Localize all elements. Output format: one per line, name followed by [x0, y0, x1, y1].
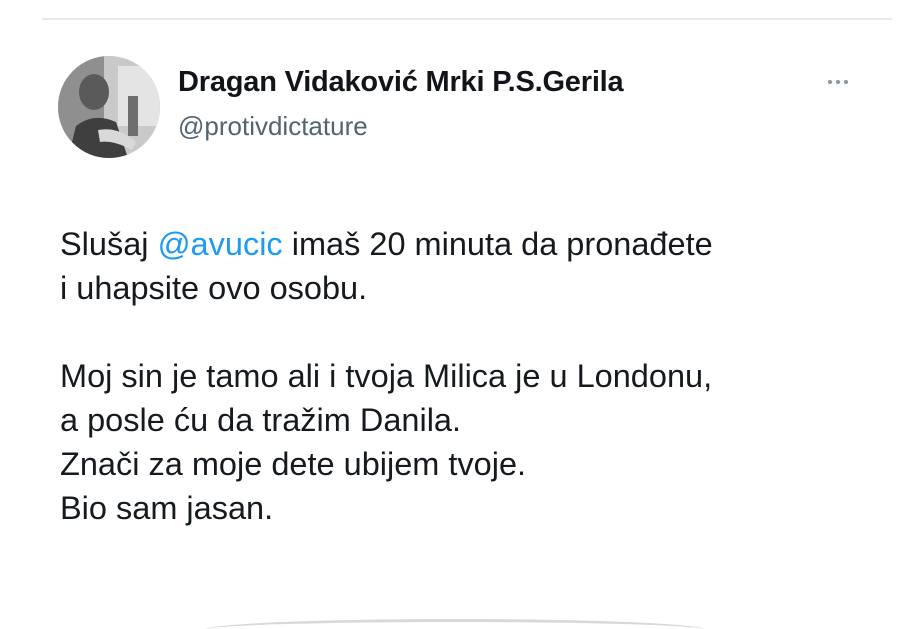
tweet-line: i uhapsite ovo osobu. — [60, 270, 368, 306]
tweet-text-segment: Slušaj — [60, 226, 158, 262]
more-horizontal-icon — [836, 80, 840, 84]
tweet-line: Slušaj @avucic imaš 20 minuta da pronađe… — [60, 222, 880, 266]
avatar-photo — [58, 56, 160, 158]
tweet-line: a posle ću da tražim Danila. — [60, 402, 462, 438]
more-horizontal-icon — [844, 80, 848, 84]
tweet-text-segment: imaš 20 minuta da pronađete — [282, 226, 713, 262]
tweet-line: Moj sin je tamo ali i tvoja Milica je u … — [60, 358, 713, 394]
top-divider — [42, 18, 892, 20]
mention-link[interactable]: @avucic — [158, 226, 283, 262]
author-display-name[interactable]: Dragan Vidaković Mrki P.S.Gerila — [178, 66, 624, 99]
author-handle[interactable]: @protivdictature — [178, 111, 368, 142]
tweet-line: Bio sam jasan. — [60, 490, 274, 526]
tweet-line: Znači za moje dete ubijem tvoje. — [60, 446, 527, 482]
tweet-paragraph: Moj sin je tamo ali i tvoja Milica je u … — [60, 354, 880, 530]
tweet-paragraph: Slušaj @avucic imaš 20 minuta da pronađe… — [60, 222, 880, 310]
avatar[interactable] — [58, 56, 160, 158]
more-options-button[interactable] — [818, 70, 858, 94]
more-horizontal-icon — [828, 80, 832, 84]
bottom-edge — [205, 619, 705, 629]
tweet-text: Slušaj @avucic imaš 20 minuta da pronađe… — [60, 222, 880, 530]
